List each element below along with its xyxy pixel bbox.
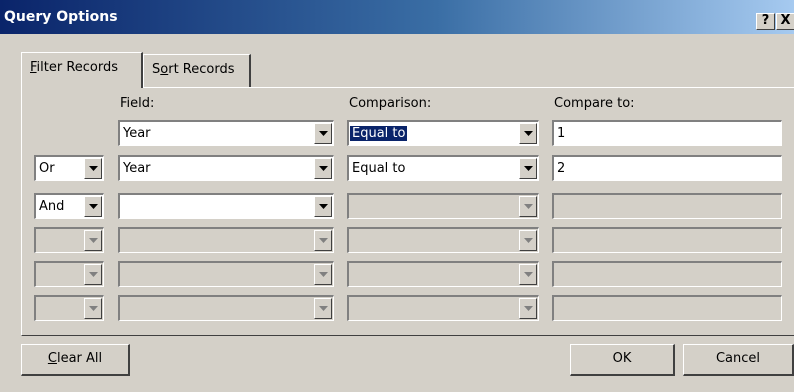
- dropdown-arrow-icon[interactable]: [519, 230, 537, 251]
- ok-button[interactable]: OK: [570, 344, 675, 376]
- dropdown-arrow-icon[interactable]: [519, 158, 537, 179]
- comparison-dropdown[interactable]: [347, 295, 539, 321]
- dropdown-arrow-icon[interactable]: [314, 196, 332, 217]
- dropdown-arrow-icon[interactable]: [84, 298, 102, 319]
- field-dropdown[interactable]: [118, 261, 334, 287]
- compare-to-value: 2: [557, 161, 566, 176]
- compare-to-input[interactable]: [552, 193, 782, 219]
- compare-to-input[interactable]: 1: [552, 120, 782, 146]
- compare-to-input[interactable]: [552, 261, 782, 287]
- compare-to-input[interactable]: 2: [552, 155, 782, 181]
- comparison-value: Equal to: [350, 126, 408, 141]
- tab-sort-label: rt Records: [168, 62, 235, 77]
- compare-to-column-header: Compare to:: [554, 96, 635, 111]
- field-dropdown[interactable]: [118, 227, 334, 253]
- tab-sort-records[interactable]: Sort Records: [143, 54, 251, 87]
- connector-dropdown[interactable]: [34, 261, 104, 287]
- title-bar: Query Options ? X: [0, 0, 794, 34]
- window-title: Query Options: [4, 9, 118, 25]
- dropdown-arrow-icon[interactable]: [84, 264, 102, 285]
- comparison-dropdown[interactable]: [347, 227, 539, 253]
- compare-to-input[interactable]: [552, 295, 782, 321]
- field-dropdown[interactable]: Year: [118, 120, 334, 146]
- dropdown-arrow-icon[interactable]: [84, 196, 102, 217]
- connector-value: And: [39, 199, 65, 214]
- comparison-dropdown[interactable]: Equal to: [347, 120, 539, 146]
- field-value: Year: [123, 161, 151, 176]
- comparison-dropdown[interactable]: [347, 193, 539, 219]
- connector-dropdown[interactable]: [34, 295, 104, 321]
- dropdown-arrow-icon[interactable]: [314, 230, 332, 251]
- dropdown-arrow-icon[interactable]: [314, 298, 332, 319]
- compare-to-input[interactable]: [552, 227, 782, 253]
- dropdown-arrow-icon[interactable]: [519, 123, 537, 144]
- comparison-value: Equal to: [352, 161, 406, 176]
- comparison-dropdown[interactable]: Equal to: [347, 155, 539, 181]
- dropdown-arrow-icon[interactable]: [84, 230, 102, 251]
- field-dropdown[interactable]: [118, 193, 334, 219]
- clear-all-button[interactable]: Clear All: [21, 344, 130, 376]
- tab-filter-label: ilter Records: [36, 60, 119, 75]
- comparison-column-header: Comparison:: [349, 96, 432, 111]
- connector-value: Or: [39, 161, 55, 176]
- help-button[interactable]: ?: [756, 13, 775, 30]
- cancel-button[interactable]: Cancel: [683, 344, 794, 376]
- clear-all-label: lear All: [56, 351, 103, 366]
- dropdown-arrow-icon[interactable]: [314, 264, 332, 285]
- dropdown-arrow-icon[interactable]: [314, 123, 332, 144]
- dropdown-arrow-icon[interactable]: [314, 158, 332, 179]
- field-column-header: Field:: [120, 96, 155, 111]
- clear-all-accesskey: C: [47, 351, 57, 366]
- connector-dropdown[interactable]: Or: [34, 155, 104, 181]
- dropdown-arrow-icon[interactable]: [519, 264, 537, 285]
- dropdown-arrow-icon[interactable]: [519, 298, 537, 319]
- connector-dropdown[interactable]: [34, 227, 104, 253]
- field-value: Year: [123, 126, 151, 141]
- close-button[interactable]: X: [776, 13, 794, 30]
- comparison-dropdown[interactable]: [347, 261, 539, 287]
- dropdown-arrow-icon[interactable]: [519, 196, 537, 217]
- compare-to-value: 1: [557, 126, 566, 141]
- connector-dropdown[interactable]: And: [34, 193, 104, 219]
- field-dropdown[interactable]: Year: [118, 155, 334, 181]
- field-dropdown[interactable]: [118, 295, 334, 321]
- tab-filter-records[interactable]: Filter Records: [21, 52, 143, 88]
- dropdown-arrow-icon[interactable]: [84, 158, 102, 179]
